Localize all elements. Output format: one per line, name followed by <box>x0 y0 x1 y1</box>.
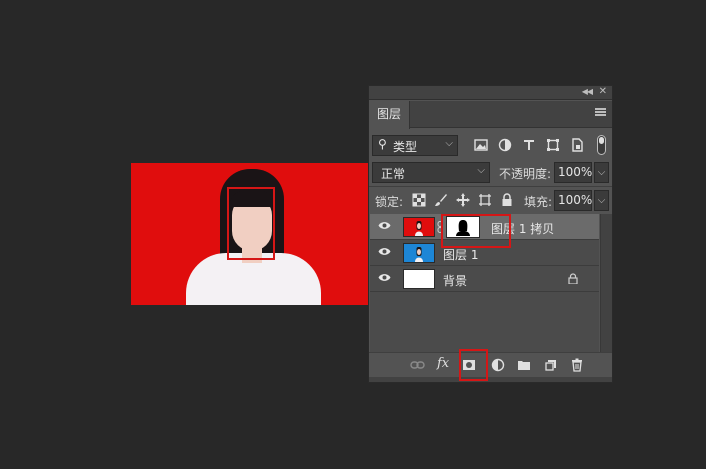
add-mask-highlight-box <box>459 349 488 381</box>
document-canvas[interactable] <box>131 163 370 305</box>
fill-label: 填充: <box>524 195 553 209</box>
chevron-down-icon: ⌵ <box>445 138 453 149</box>
lock-transparent-pixels-icon[interactable] <box>412 193 426 207</box>
lock-all-icon[interactable] <box>500 193 514 207</box>
lock-icon <box>568 273 578 284</box>
search-icon: ⚲ <box>378 137 387 151</box>
layers-panel: ◀◀ ✕ 图层 ⚲ 类型 ⌵ 正常 ⌵ 不透明度: 100% ⌵ 锁定: 填充:… <box>368 85 613 383</box>
eye-icon[interactable] <box>378 221 391 230</box>
eye-icon[interactable] <box>378 247 391 256</box>
layer-filter-value: 类型 <box>393 140 418 154</box>
layers-bottom-toolbar: fx <box>369 352 612 376</box>
adjustment-layer-icon[interactable] <box>491 358 505 372</box>
eye-icon[interactable] <box>378 273 391 282</box>
layer-name[interactable]: 图层 1 <box>443 246 478 263</box>
image-filter-icon[interactable] <box>473 137 489 153</box>
layer-filter-select[interactable]: ⚲ 类型 ⌵ <box>372 135 458 156</box>
smart-object-filter-icon[interactable] <box>569 137 585 153</box>
fill-value: 100% <box>558 193 593 207</box>
mask-highlight-box <box>441 214 511 248</box>
collapse-icon[interactable]: ◀◀ <box>582 87 593 96</box>
opacity-value: 100% <box>558 165 593 179</box>
layer-thumbnail[interactable] <box>403 243 435 263</box>
panel-title-bar[interactable]: ◀◀ ✕ <box>369 86 612 100</box>
blend-mode-value: 正常 <box>381 167 406 181</box>
opacity-slider-button[interactable]: ⌵ <box>594 162 609 183</box>
layers-scrollbar[interactable] <box>600 214 612 352</box>
lock-image-pixels-icon[interactable] <box>434 193 448 207</box>
face-highlight-box <box>227 187 275 260</box>
new-layer-icon[interactable] <box>544 358 558 372</box>
layer-thumbnail[interactable] <box>403 269 435 289</box>
close-icon[interactable]: ✕ <box>599 86 607 97</box>
layer-name[interactable]: 背景 <box>443 272 467 289</box>
panel-tab-bar: 图层 <box>369 101 612 129</box>
link-layers-icon[interactable] <box>410 359 425 371</box>
type-filter-icon[interactable] <box>521 137 537 153</box>
panel-menu-icon[interactable] <box>595 108 606 117</box>
lock-artboard-icon[interactable] <box>478 193 492 207</box>
panel-bottom-strip <box>369 377 612 382</box>
lock-position-icon[interactable] <box>456 193 470 207</box>
opacity-label: 不透明度: <box>499 167 552 181</box>
layer-row-background[interactable]: 背景 <box>370 266 599 292</box>
blend-mode-select[interactable]: 正常 ⌵ <box>372 162 490 183</box>
lock-label: 锁定: <box>375 195 404 209</box>
tab-layers[interactable]: 图层 <box>369 101 410 129</box>
fill-slider-button[interactable]: ⌵ <box>594 190 609 211</box>
fill-input[interactable]: 100% <box>554 190 592 211</box>
divider <box>369 186 612 187</box>
adjustment-filter-icon[interactable] <box>497 137 513 153</box>
shape-filter-icon[interactable] <box>545 137 561 153</box>
delete-layer-icon[interactable] <box>570 358 584 372</box>
group-folder-icon[interactable] <box>517 358 531 372</box>
chevron-down-icon: ⌵ <box>477 165 485 176</box>
filter-toggle-switch[interactable] <box>597 135 606 155</box>
fx-icon[interactable]: fx <box>437 356 449 371</box>
opacity-input[interactable]: 100% <box>554 162 592 183</box>
layer-thumbnail[interactable] <box>403 217 435 237</box>
